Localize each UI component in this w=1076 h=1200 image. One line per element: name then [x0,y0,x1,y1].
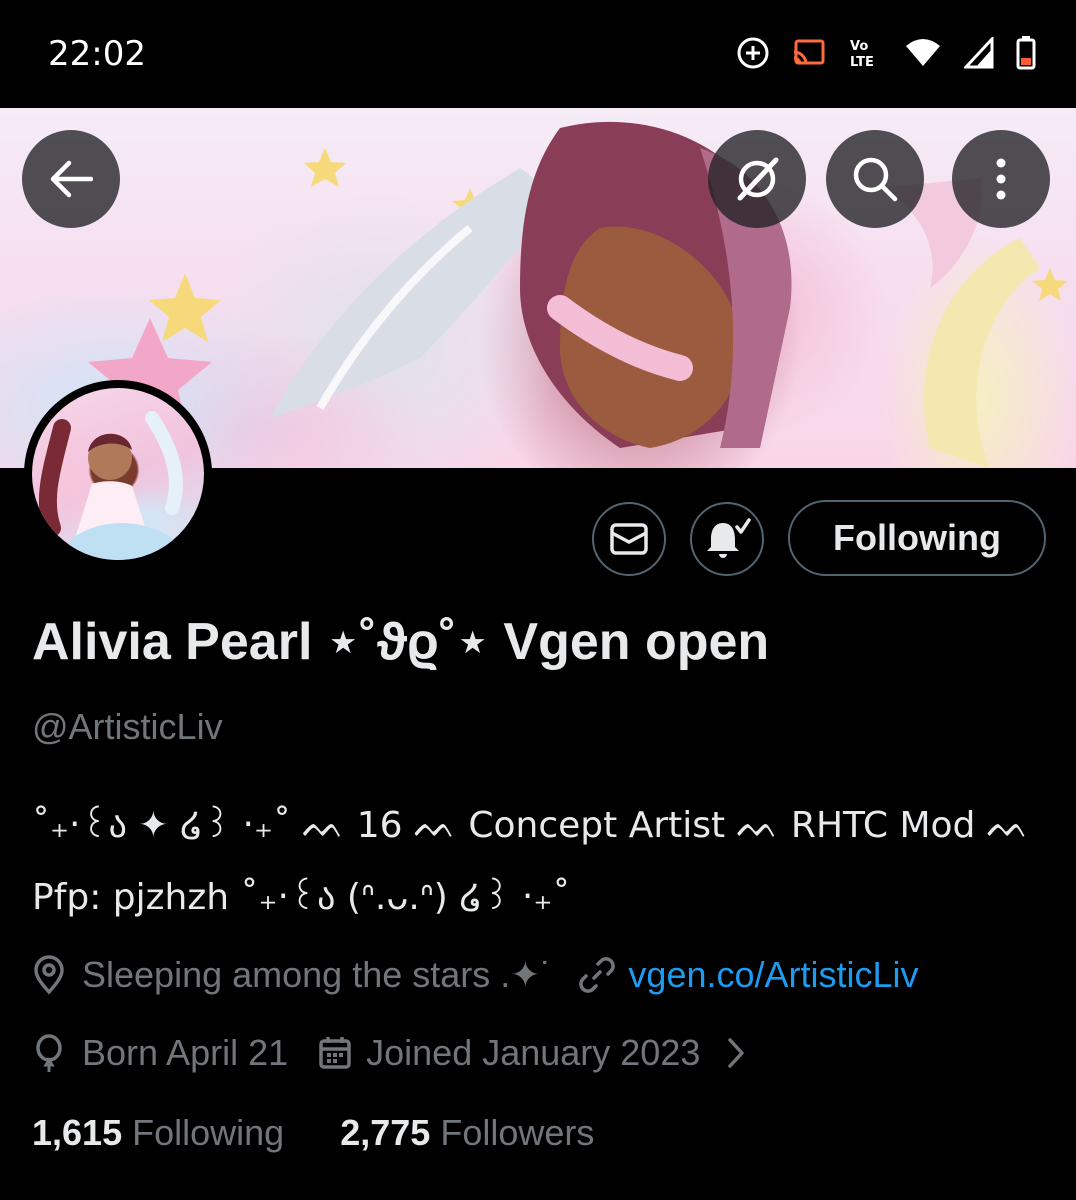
avatar-frame[interactable] [24,380,212,568]
following-label: Following [132,1112,285,1153]
followers-count: 2,775 [340,1112,431,1153]
location-pin-icon [34,955,64,995]
website-link[interactable]: vgen.co/ArtisticLiv [628,954,918,996]
battery-icon [1016,36,1036,70]
avatar[interactable] [32,388,204,560]
svg-text:LTE: LTE [850,55,874,70]
more-vertical-icon [996,158,1006,200]
signal-icon [964,37,994,69]
follow-stats: 1,615 Following 2,775 Followers [32,1112,594,1154]
followers-label: Followers [440,1112,595,1153]
status-time: 22:02 [48,34,146,74]
search-button[interactable] [826,130,924,228]
followers-stat[interactable]: 2,775 Followers [340,1112,594,1153]
profile-meta-row: Sleeping among the stars .✦˙ vgen.co/Art… [32,954,919,996]
joined-text: Joined January 2023 [366,1032,701,1073]
more-options-button[interactable] [952,130,1050,228]
location-text: Sleeping among the stars .✦˙ [82,954,553,995]
mail-icon [610,523,648,555]
calendar-icon [319,1037,351,1069]
avatar-artwork [38,411,183,560]
wifi-icon [906,39,940,66]
bell-check-icon [707,518,751,558]
following-count: 1,615 [32,1112,123,1153]
svg-text:Vo: Vo [850,39,868,54]
following-stat[interactable]: 1,615 Following [32,1112,284,1153]
status-bar: 22:02 Vo LTE [0,0,1076,108]
notifications-button[interactable] [690,502,764,576]
bio: ˚₊‧꒰ა ✦ ໒꒱ ‧₊˚ ᨓ 16 ᨓ Concept Artist ᨓ R… [32,790,1052,934]
bio-line: ˚₊‧꒰ა ✦ ໒꒱ ‧₊˚ ᨓ 16 ᨓ Concept Artist ᨓ R… [32,805,1030,846]
grok-icon [737,157,779,201]
search-icon [853,157,898,202]
following-button[interactable]: Following [788,500,1046,576]
chevron-right-icon[interactable] [724,1036,748,1070]
profile-dates-row: Born April 21 Joined January 2023 [32,1032,748,1074]
back-button[interactable] [22,130,120,228]
balloon-icon [36,1034,62,1072]
cast-icon [793,39,825,65]
status-icons: Vo LTE [736,36,1036,70]
link-icon [579,957,616,993]
grok-button[interactable] [708,130,806,228]
user-handle: @ArtisticLiv [32,706,223,747]
message-button[interactable] [592,502,666,576]
bio-line: Pfp: pjzhzh ˚₊‧꒰ა (ᐢ.ᴗ.ᐢ) ໒꒱ ‧₊˚ [32,877,571,918]
birthday-text: Born April 21 [82,1032,289,1073]
display-name: Alivia Pearl ⋆˚ϑϱ˚⋆ Vgen open [32,613,770,671]
add-circle-icon [737,37,769,69]
back-arrow-icon [50,160,93,198]
volte-icon: Vo LTE [850,39,874,70]
